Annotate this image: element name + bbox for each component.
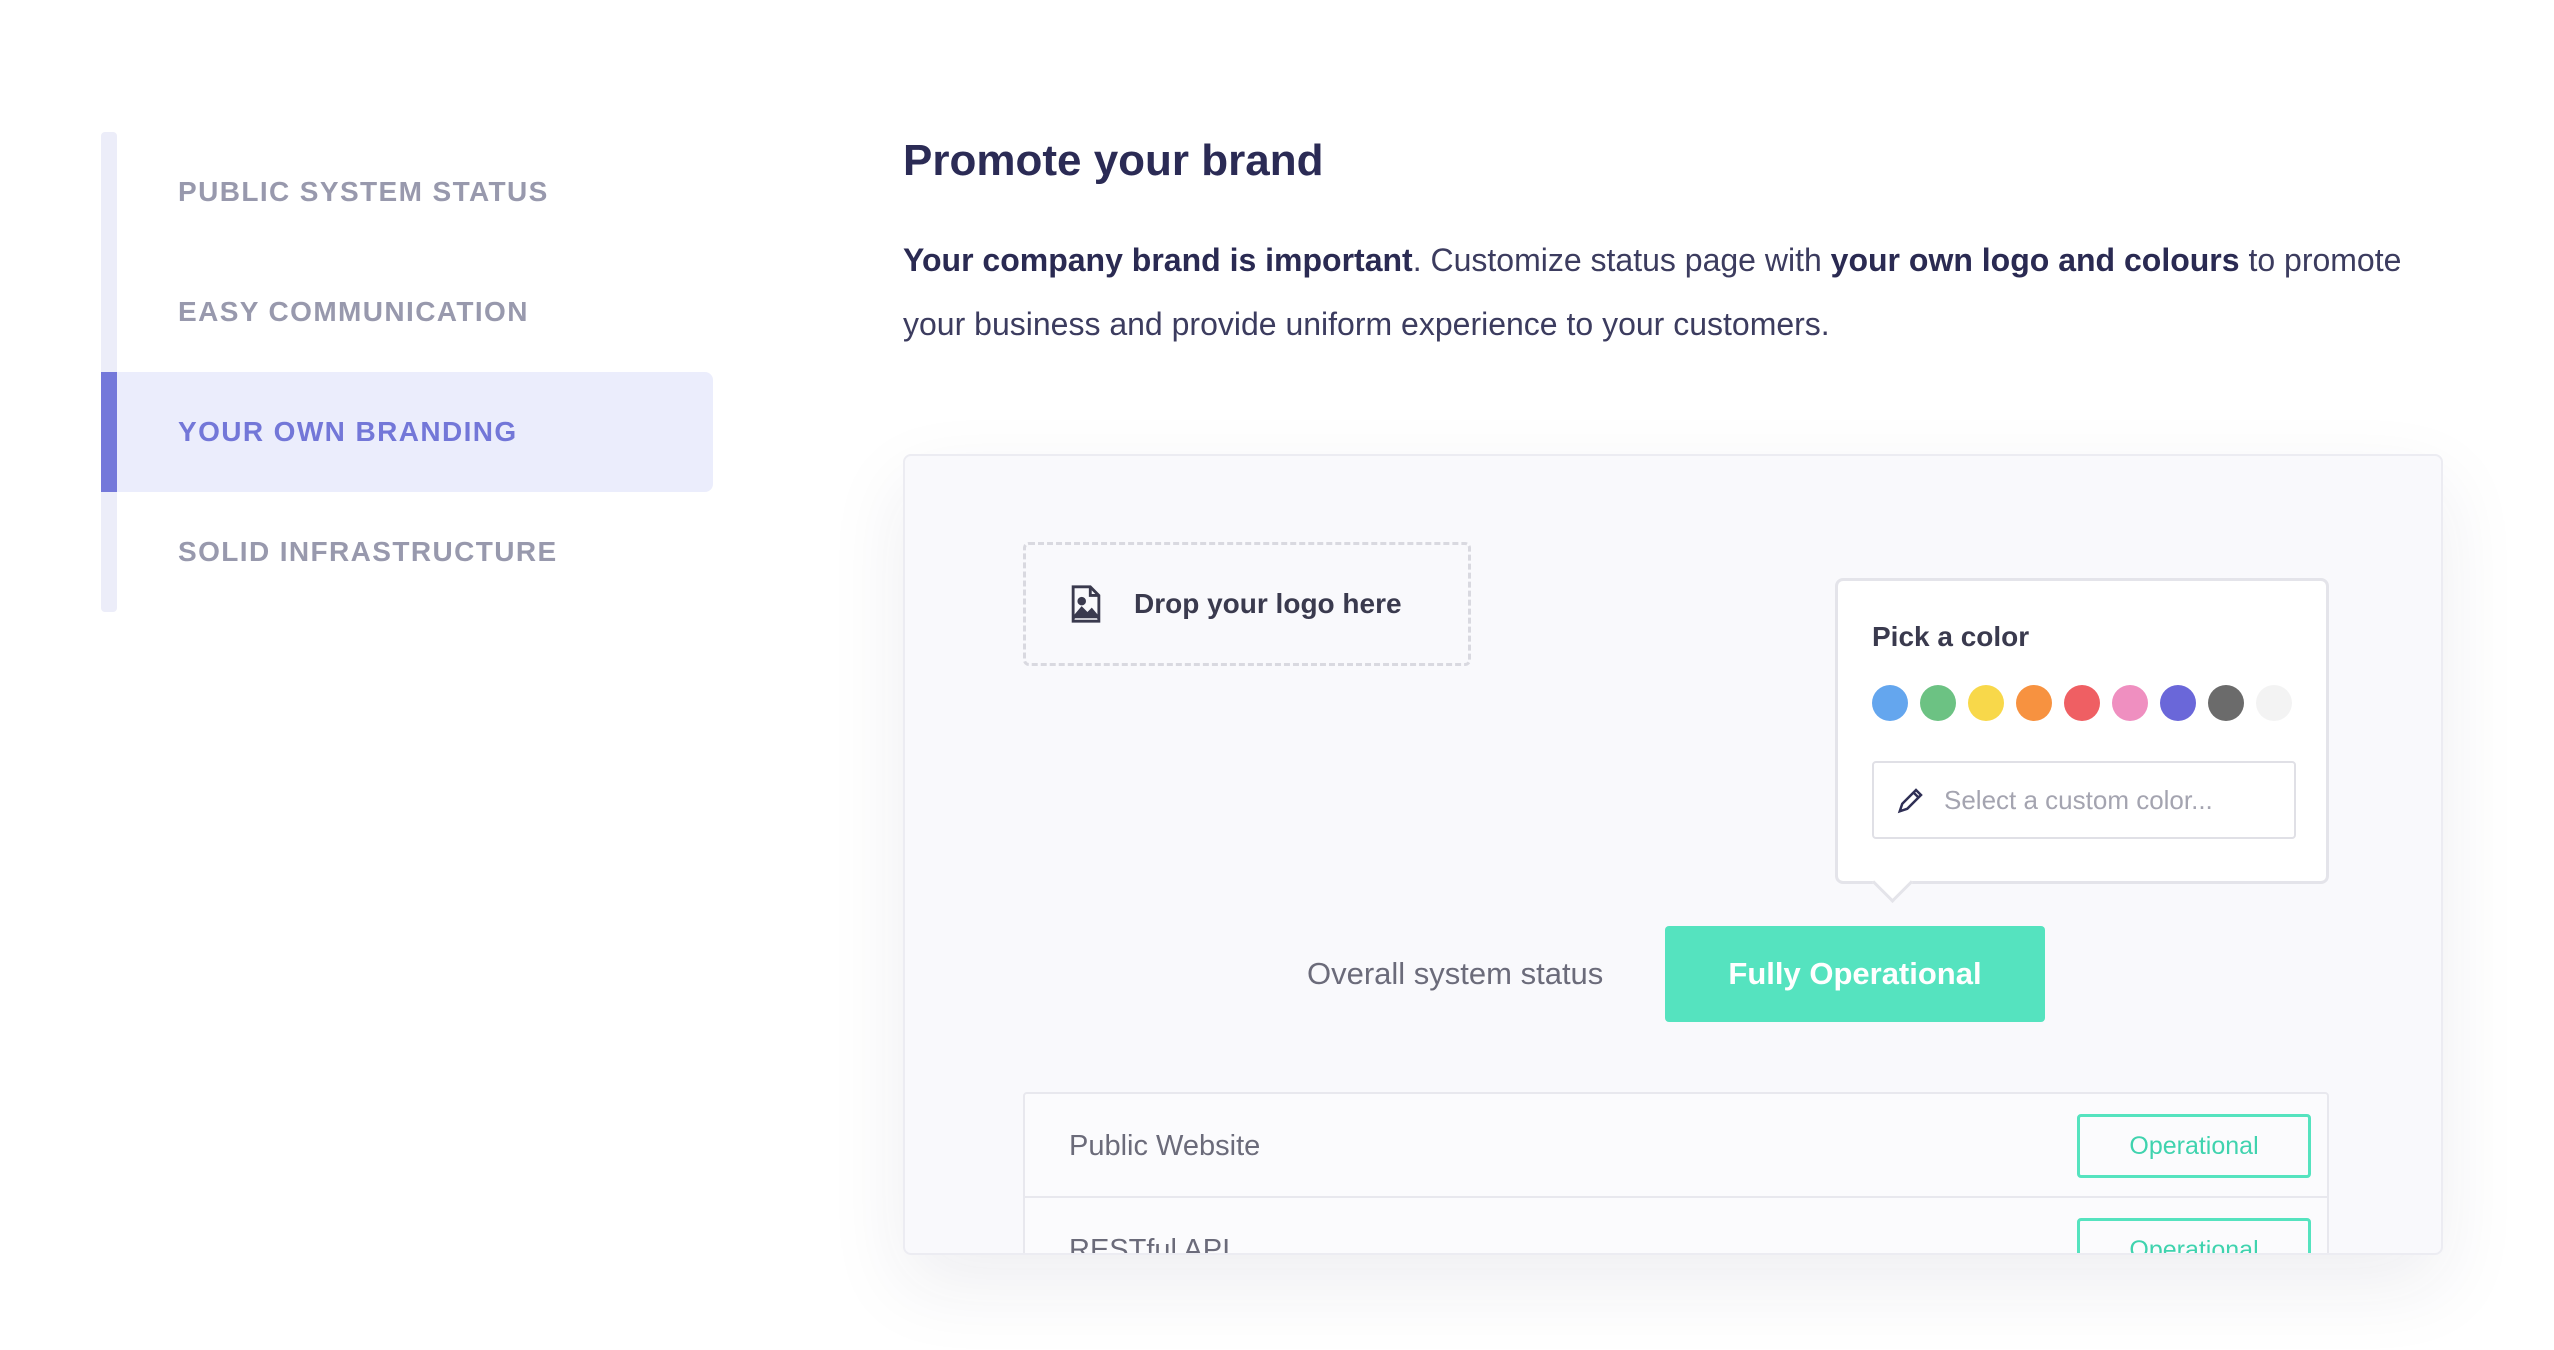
color-swatch-indigo[interactable] — [2160, 685, 2196, 721]
service-list: Public Website Operational RESTful API O… — [1023, 1092, 2329, 1255]
custom-color-input[interactable] — [1944, 784, 2284, 816]
service-name: Public Website — [1069, 1130, 1261, 1162]
color-swatch-orange[interactable] — [2016, 685, 2052, 721]
color-swatch-pink[interactable] — [2112, 685, 2148, 721]
desc-bold-logo: your own logo and colours — [1830, 242, 2240, 278]
service-row: RESTful API Operational — [1025, 1198, 2327, 1255]
dropzone-label: Drop your logo here — [1134, 588, 1402, 619]
color-swatch-blue[interactable] — [1872, 685, 1908, 721]
color-swatch-gray[interactable] — [2208, 685, 2244, 721]
service-name: RESTful API — [1069, 1234, 1231, 1255]
nav-item-your-own-branding[interactable]: YOUR OWN BRANDING — [101, 372, 713, 492]
desc-text-1: . Customize status page with — [1412, 242, 1831, 278]
section-title: Promote your brand — [903, 136, 1324, 185]
nav-item-public-system-status[interactable]: PUBLIC SYSTEM STATUS — [101, 132, 713, 252]
service-status-badge: Operational — [2077, 1114, 2311, 1178]
logo-dropzone[interactable]: Drop your logo here — [1023, 542, 1471, 666]
overall-status-badge: Fully Operational — [1665, 926, 2045, 1022]
nav-item-easy-communication[interactable]: EASY COMMUNICATION — [101, 252, 713, 372]
service-status-badge: Operational — [2077, 1218, 2311, 1253]
color-picker-title: Pick a color — [1872, 621, 2030, 652]
service-row: Public Website Operational — [1025, 1094, 2327, 1198]
custom-color-field[interactable] — [1872, 761, 2296, 839]
overall-status-label: Overall system status — [1307, 956, 1604, 991]
desc-bold-brand: Your company brand is important — [903, 242, 1413, 278]
feature-nav: PUBLIC SYSTEM STATUS EASY COMMUNICATION … — [101, 132, 713, 612]
color-swatch-red[interactable] — [2064, 685, 2100, 721]
nav-item-solid-infrastructure[interactable]: SOLID INFRASTRUCTURE — [101, 492, 713, 612]
color-swatch-green[interactable] — [1920, 685, 1956, 721]
image-file-icon — [1071, 585, 1101, 623]
section-description: Your company brand is important. Customi… — [903, 228, 2463, 356]
color-swatches — [1872, 685, 2304, 721]
color-swatch-white[interactable] — [2256, 685, 2292, 721]
branding-demo-card: Drop your logo here Pick a color Overall… — [903, 454, 2443, 1255]
color-swatch-yellow[interactable] — [1968, 685, 2004, 721]
eyedropper-icon — [1897, 788, 1923, 814]
color-picker-popover: Pick a color — [1835, 578, 2329, 884]
